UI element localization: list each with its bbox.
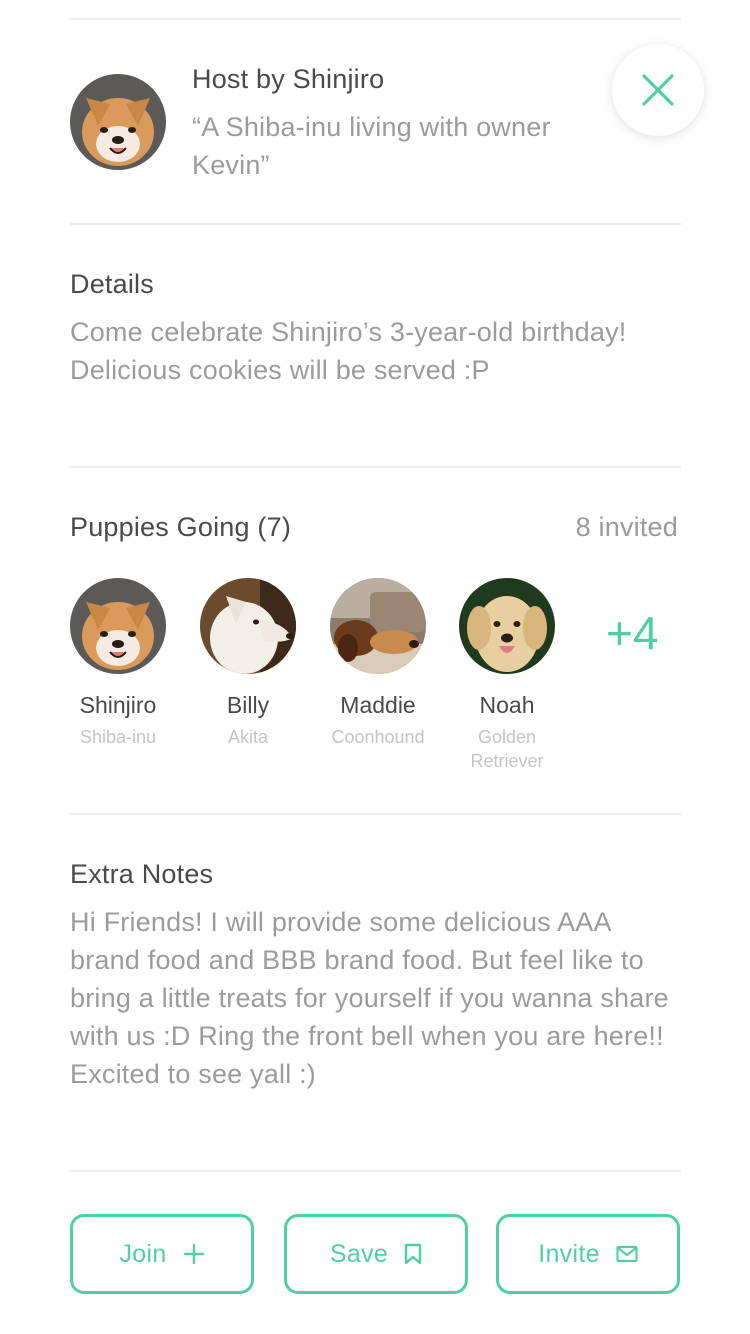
event-details-screen: Host by Shinjiro “A Shiba-inu living wit… [0,0,750,1334]
save-label: Save [329,1239,389,1268]
puppy-item[interactable]: Noah Golden Retriever [442,578,572,773]
host-quote: “A Shiba-inu living with owner Kevin” [192,112,551,180]
details-title: Details [70,269,154,299]
details-divider [70,466,681,468]
close-icon [642,74,674,106]
puppies-title: Puppies Going (7) [70,512,292,542]
puppy-avatar [70,578,166,674]
plus-icon [183,1243,204,1265]
join-label: Join [119,1239,167,1268]
host-title: Host by Shinjiro [192,64,385,94]
shiba-avatar-image [70,578,166,674]
shiba-avatar-image [70,74,166,170]
join-button[interactable]: Join [70,1214,254,1294]
puppy-breed: Shiba-inu [79,727,157,747]
golden-retriever-avatar-image [459,578,555,674]
host-divider [70,223,681,225]
close-button[interactable] [612,44,704,136]
puppy-name: Maddie [340,692,416,718]
mail-icon [616,1245,638,1263]
invited-count[interactable]: 8 invited [576,512,678,543]
puppy-item[interactable]: Billy Akita [183,578,313,749]
puppy-name: Billy [226,692,270,718]
puppy-item[interactable]: Maddie Coonhound [313,578,443,749]
coonhound-avatar-image [330,578,426,674]
notes-divider [70,1170,681,1172]
save-button[interactable]: Save [284,1214,468,1294]
notes-body: Hi Friends! I will provide some deliciou… [70,907,669,1089]
puppy-name: Noah [479,692,535,718]
puppy-name: Shinjiro [79,692,157,718]
puppy-avatar [200,578,296,674]
puppies-divider [70,813,681,815]
akita-avatar-image [200,578,296,674]
puppy-breed: Akita [227,727,269,747]
top-divider [70,18,681,20]
host-avatar [70,74,166,170]
invite-button[interactable]: Invite [496,1214,680,1294]
puppy-avatar [459,578,555,674]
puppy-avatar [330,578,426,674]
more-puppies-count[interactable]: +4 [606,606,658,660]
puppy-item[interactable]: Shinjiro Shiba-inu [53,578,183,749]
puppy-breed: Coonhound [331,727,425,747]
invite-label: Invite [538,1239,600,1268]
puppy-breed: Golden Retriever [470,727,544,771]
notes-title: Extra Notes [70,859,214,889]
details-body: Come celebrate Shinjiro’s 3-year-old bir… [70,317,627,385]
bookmark-icon [404,1243,422,1265]
